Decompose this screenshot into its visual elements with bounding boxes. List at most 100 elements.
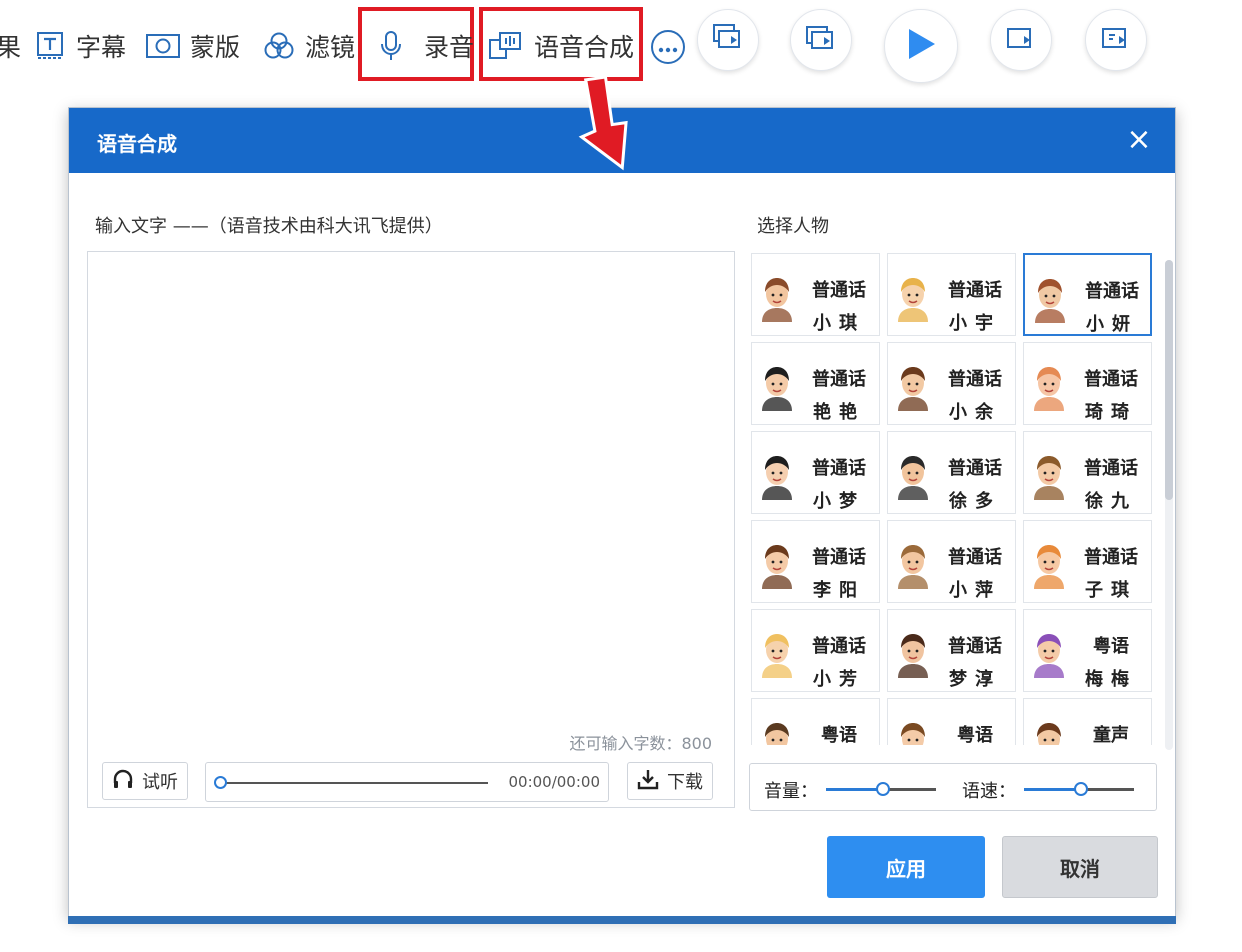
- toolbar-item-subtitle[interactable]: 字幕: [36, 26, 126, 66]
- voice-dialect: 普通话: [1084, 458, 1138, 479]
- play-button[interactable]: [884, 9, 958, 83]
- playback-handle[interactable]: [214, 776, 227, 789]
- voice-settings: 音量： 语速：: [749, 763, 1157, 811]
- next-clip-button[interactable]: [1085, 9, 1147, 71]
- audio-player: 00:00/00:00: [205, 762, 609, 802]
- remaining-chars-label: 还可输入字数：: [569, 734, 682, 753]
- voice-dialect: 普通话: [948, 280, 1002, 301]
- preview-button-label: 试听: [142, 772, 178, 793]
- apply-button[interactable]: 应用: [827, 836, 985, 898]
- voice-name: 小琪: [813, 313, 865, 334]
- toolbar-item-mask[interactable]: 蒙版: [146, 26, 240, 66]
- microphone-icon: [380, 30, 402, 62]
- toolbar-item-speech-synthesis-label: 语音合成: [534, 33, 635, 62]
- volume-slider-handle[interactable]: [876, 782, 891, 796]
- voice-card[interactable]: 普通话 艳艳: [751, 342, 880, 425]
- voice-card[interactable]: 普通话 徐多: [887, 431, 1016, 514]
- more-button[interactable]: [651, 30, 685, 64]
- voice-name: 小妍: [1086, 314, 1138, 335]
- voice-name: 梦淳: [949, 669, 1001, 690]
- toolbar-item-speech-synthesis[interactable]: 语音合成: [488, 26, 634, 66]
- voice-name: 梅梅: [1085, 669, 1137, 690]
- toolbar-item-effects-label: 果: [0, 33, 22, 62]
- subtitle-icon: [36, 31, 66, 61]
- toolbar-item-record-label: 录音: [424, 33, 475, 62]
- prev-clip-button[interactable]: [697, 9, 759, 71]
- voice-dialect: 普通话: [812, 458, 866, 479]
- voice-card[interactable]: 普通话 小余: [887, 342, 1016, 425]
- frame-back-icon: [804, 23, 838, 57]
- remaining-chars-count: 800: [681, 734, 712, 753]
- toolbar-item-effects[interactable]: 果: [0, 26, 21, 66]
- close-icon[interactable]: ×: [1123, 122, 1155, 158]
- voice-grid: 普通话 小琪 普通话 小宇 普通话 小妍 普通话 艳艳 普通话 小余 普通话 琦琦 普通话 小梦 普通话 徐多…: [751, 253, 1155, 745]
- avatar-icon: [894, 363, 932, 411]
- play-icon: [905, 26, 937, 66]
- avatar-icon: [758, 630, 796, 678]
- next-frame-button[interactable]: [990, 9, 1052, 71]
- avatar-icon: [894, 630, 932, 678]
- avatar-icon: [758, 452, 796, 500]
- voice-card[interactable]: 普通话 小妍: [1023, 253, 1152, 336]
- voice-grid-scroll-thumb[interactable]: [1165, 260, 1173, 500]
- avatar-icon: [894, 541, 932, 589]
- voice-card[interactable]: 粤语 梅梅: [1023, 609, 1152, 692]
- volume-label: 音量：: [764, 781, 818, 802]
- voice-card[interactable]: 粤语: [751, 698, 880, 745]
- voice-name: 徐九: [1085, 491, 1137, 512]
- toolbar-item-filter-label: 滤镜: [305, 33, 356, 62]
- voice-grid-scrollbar[interactable]: [1165, 260, 1173, 750]
- avatar-icon: [758, 719, 796, 745]
- voice-card[interactable]: 普通话 子琪: [1023, 520, 1152, 603]
- prev-frame-button[interactable]: [790, 9, 852, 71]
- voice-card[interactable]: 普通话 梦淳: [887, 609, 1016, 692]
- voice-card[interactable]: 童声: [1023, 698, 1152, 745]
- clip-back-icon: [711, 23, 745, 57]
- preview-button[interactable]: 试听: [102, 762, 188, 800]
- remaining-chars: 还可输入字数：800: [569, 730, 712, 754]
- download-button[interactable]: 下载: [627, 762, 713, 800]
- avatar-icon: [894, 274, 932, 322]
- speech-synthesis-dialog: 语音合成 × 输入文字 ——（语音技术由科大讯飞提供） 还可输入字数：800 试…: [68, 107, 1176, 917]
- voice-dialect: 普通话: [812, 280, 866, 301]
- avatar-icon: [1031, 275, 1069, 323]
- voice-dialect: 普通话: [812, 636, 866, 657]
- volume-slider[interactable]: [826, 782, 936, 796]
- speed-label: 语速：: [962, 781, 1016, 802]
- voice-name: 李阳: [813, 580, 865, 601]
- speed-slider-handle[interactable]: [1074, 782, 1089, 796]
- avatar-icon: [1030, 719, 1068, 745]
- text-input[interactable]: [88, 252, 734, 722]
- volume-slider-fill: [826, 788, 884, 791]
- voice-card[interactable]: 普通话 小梦: [751, 431, 880, 514]
- voice-card[interactable]: 普通话 小萍: [887, 520, 1016, 603]
- text-input-panel: 还可输入字数：800: [87, 251, 735, 808]
- voice-dialect: 童声: [1093, 725, 1129, 745]
- voice-card[interactable]: 普通话 徐九: [1023, 431, 1152, 514]
- voice-card[interactable]: 粤语: [887, 698, 1016, 745]
- pointer-arrow-icon: [578, 75, 628, 171]
- voice-dialect: 普通话: [948, 369, 1002, 390]
- select-voice-label: 选择人物: [757, 216, 829, 237]
- voice-card[interactable]: 普通话 李阳: [751, 520, 880, 603]
- voice-card[interactable]: 普通话 小琪: [751, 253, 880, 336]
- speed-slider[interactable]: [1024, 782, 1134, 796]
- toolbar-item-record[interactable]: 录音: [380, 26, 474, 66]
- toolbar-item-mask-label: 蒙版: [190, 33, 241, 62]
- voice-dialect: 普通话: [1084, 547, 1138, 568]
- voice-card[interactable]: 普通话 小芳: [751, 609, 880, 692]
- toolbar-item-filter[interactable]: 滤镜: [263, 26, 355, 66]
- voice-dialect: 普通话: [812, 547, 866, 568]
- voice-dialect: 普通话: [948, 547, 1002, 568]
- voice-card[interactable]: 普通话 小宇: [887, 253, 1016, 336]
- voice-card[interactable]: 普通话 琦琦: [1023, 342, 1152, 425]
- voice-name: 小宇: [949, 313, 1001, 334]
- voice-dialect: 普通话: [812, 369, 866, 390]
- cancel-button[interactable]: 取消: [1002, 836, 1158, 898]
- avatar-icon: [1030, 363, 1068, 411]
- playback-track[interactable]: [220, 782, 488, 784]
- frame-forward-icon: [1004, 23, 1038, 57]
- voice-dialect: 普通话: [1085, 281, 1139, 302]
- voice-name: 艳艳: [813, 402, 865, 423]
- playback-time: 00:00/00:00: [508, 773, 600, 791]
